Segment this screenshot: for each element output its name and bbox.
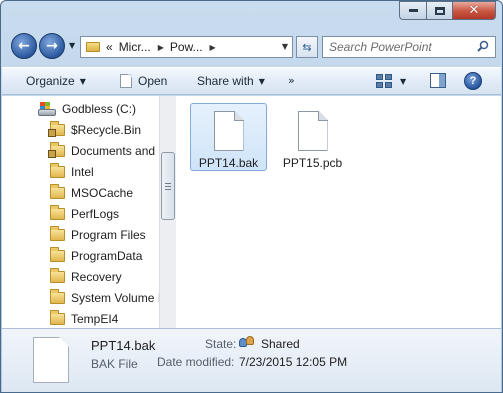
preview-pane-icon[interactable] bbox=[430, 73, 446, 88]
search-icon[interactable] bbox=[477, 40, 489, 52]
open-file-icon bbox=[120, 74, 132, 88]
breadcrumb-segment[interactable]: Micr... bbox=[119, 40, 151, 54]
scrollbar-thumb[interactable] bbox=[161, 152, 175, 220]
details-file-type: BAK File bbox=[91, 357, 138, 371]
more-commands-icon: » bbox=[288, 74, 295, 87]
organize-label: Organize bbox=[26, 74, 75, 88]
folder-icon bbox=[50, 183, 65, 199]
window-controls: ✕ bbox=[399, 1, 496, 21]
explorer-window: ✕ ← → ▼ « Micr... ▶ Pow... ▶ ▼ ⇆ Organiz… bbox=[0, 0, 503, 393]
forward-button[interactable]: → bbox=[39, 33, 65, 59]
grip-icon bbox=[165, 182, 171, 190]
command-bar: Organize ▼ Open Share with ▼ » ▼ ? bbox=[2, 67, 501, 95]
tree-item-label: Program Files bbox=[71, 227, 146, 242]
file-item[interactable]: PPT15.pcb bbox=[274, 103, 351, 171]
navigation-bar: ← → ▼ « Micr... ▶ Pow... ▶ ▼ ⇆ bbox=[9, 33, 496, 61]
open-label: Open bbox=[138, 74, 168, 88]
back-button[interactable]: ← bbox=[11, 33, 37, 59]
tree-item-folder[interactable]: TempEI4 bbox=[50, 308, 118, 328]
tree-item-folder[interactable]: MSOCache bbox=[50, 182, 133, 203]
folder-icon bbox=[50, 267, 65, 283]
tree-item-folder[interactable]: $Recycle.Bin bbox=[48, 119, 142, 140]
folder-icon bbox=[50, 162, 65, 178]
file-item[interactable]: PPT14.bak bbox=[190, 103, 267, 171]
view-options-dropdown-icon[interactable]: ▼ bbox=[400, 77, 406, 86]
refresh-button[interactable]: ⇆ bbox=[296, 36, 318, 58]
organize-button[interactable]: Organize ▼ bbox=[26, 74, 86, 88]
tree-item-folder[interactable]: PerfLogs bbox=[50, 203, 119, 224]
tree-item-label: TempEI4 bbox=[71, 311, 119, 326]
drive-icon bbox=[38, 101, 56, 116]
state-value: Shared bbox=[261, 337, 300, 351]
breadcrumb-segment[interactable]: Pow... bbox=[170, 40, 203, 54]
tree-item-label: $Recycle.Bin bbox=[71, 122, 142, 137]
file-list: PPT14.bak PPT15.pcb bbox=[178, 96, 501, 328]
folder-icon bbox=[50, 225, 65, 241]
tree-item-folder[interactable]: ProgramData bbox=[50, 245, 142, 266]
breadcrumb-overflow[interactable]: « bbox=[106, 40, 113, 54]
details-pane: PPT14.bak BAK File State: Shared Date mo… bbox=[2, 328, 501, 392]
tree-item-label: Documents and bbox=[71, 143, 156, 158]
recent-pages-dropdown[interactable]: ▼ bbox=[69, 41, 75, 50]
date-modified-value: 7/23/2015 12:05 PM bbox=[239, 355, 348, 369]
folder-icon bbox=[50, 288, 65, 304]
folder-icon bbox=[50, 309, 65, 325]
maximize-button[interactable] bbox=[426, 1, 452, 20]
state-label: State: bbox=[205, 337, 237, 351]
forward-arrow-icon: → bbox=[46, 38, 58, 54]
tree-item-folder[interactable]: Documents and bbox=[48, 140, 156, 161]
tree-item-folder[interactable]: Recovery bbox=[50, 266, 122, 287]
document-icon bbox=[33, 337, 69, 383]
refresh-icon: ⇆ bbox=[302, 40, 312, 54]
document-icon bbox=[213, 111, 244, 151]
tree-item-label: Intel bbox=[71, 164, 94, 179]
tree-item-label: PerfLogs bbox=[71, 206, 120, 221]
minimize-button[interactable] bbox=[399, 1, 426, 20]
tree-item-label: Godbless (C:) bbox=[62, 101, 137, 116]
help-icon[interactable]: ? bbox=[464, 72, 482, 90]
details-file-name: PPT14.bak bbox=[91, 338, 156, 353]
back-arrow-icon: ← bbox=[18, 38, 30, 54]
navigation-pane: Godbless (C:) $Recycle.Bin Documents and I… bbox=[2, 96, 159, 328]
minimize-icon bbox=[408, 9, 418, 12]
breadcrumb-arrow-icon[interactable]: ▶ bbox=[158, 43, 164, 52]
date-modified-label: Date modified: bbox=[157, 355, 235, 369]
chevron-down-icon: ▼ bbox=[258, 76, 265, 86]
document-icon bbox=[297, 111, 328, 151]
address-dropdown-icon[interactable]: ▼ bbox=[282, 42, 288, 51]
tree-item-folder[interactable]: Intel bbox=[50, 161, 94, 182]
folder-icon bbox=[50, 204, 65, 220]
file-name: PPT14.bak bbox=[198, 156, 259, 170]
change-view-icon[interactable] bbox=[376, 74, 392, 88]
content-area: Godbless (C:) $Recycle.Bin Documents and I… bbox=[2, 96, 501, 328]
close-icon: ✕ bbox=[468, 3, 480, 18]
tree-item-drive[interactable]: Godbless (C:) bbox=[38, 98, 136, 119]
tree-item-label: Recovery bbox=[71, 269, 122, 284]
folder-icon bbox=[86, 42, 100, 52]
close-button[interactable]: ✕ bbox=[452, 1, 496, 20]
search-input[interactable] bbox=[323, 40, 473, 54]
address-bar[interactable]: « Micr... ▶ Pow... ▶ ▼ bbox=[80, 36, 293, 58]
chevron-down-icon: ▼ bbox=[79, 76, 86, 86]
folder-icon bbox=[50, 246, 65, 262]
tree-item-label: ProgramData bbox=[71, 248, 143, 263]
share-with-label: Share with bbox=[197, 74, 254, 88]
tree-item-label: System Volume I bbox=[71, 290, 159, 305]
breadcrumb-arrow-icon[interactable]: ▶ bbox=[210, 43, 216, 52]
tree-item-folder[interactable]: Program Files bbox=[50, 224, 146, 245]
navigation-scrollbar[interactable] bbox=[159, 96, 176, 328]
tree-item-folder[interactable]: System Volume I bbox=[50, 287, 159, 308]
more-commands-button[interactable]: » bbox=[288, 74, 295, 87]
locked-folder-icon bbox=[48, 141, 65, 158]
search-box[interactable] bbox=[322, 36, 496, 58]
tree-item-label: MSOCache bbox=[71, 185, 134, 200]
locked-folder-icon bbox=[48, 120, 65, 137]
open-button[interactable]: Open bbox=[120, 74, 167, 88]
file-name: PPT15.pcb bbox=[282, 156, 343, 170]
share-with-button[interactable]: Share with ▼ bbox=[197, 74, 265, 88]
shared-users-icon bbox=[239, 335, 257, 349]
maximize-icon bbox=[434, 6, 445, 15]
